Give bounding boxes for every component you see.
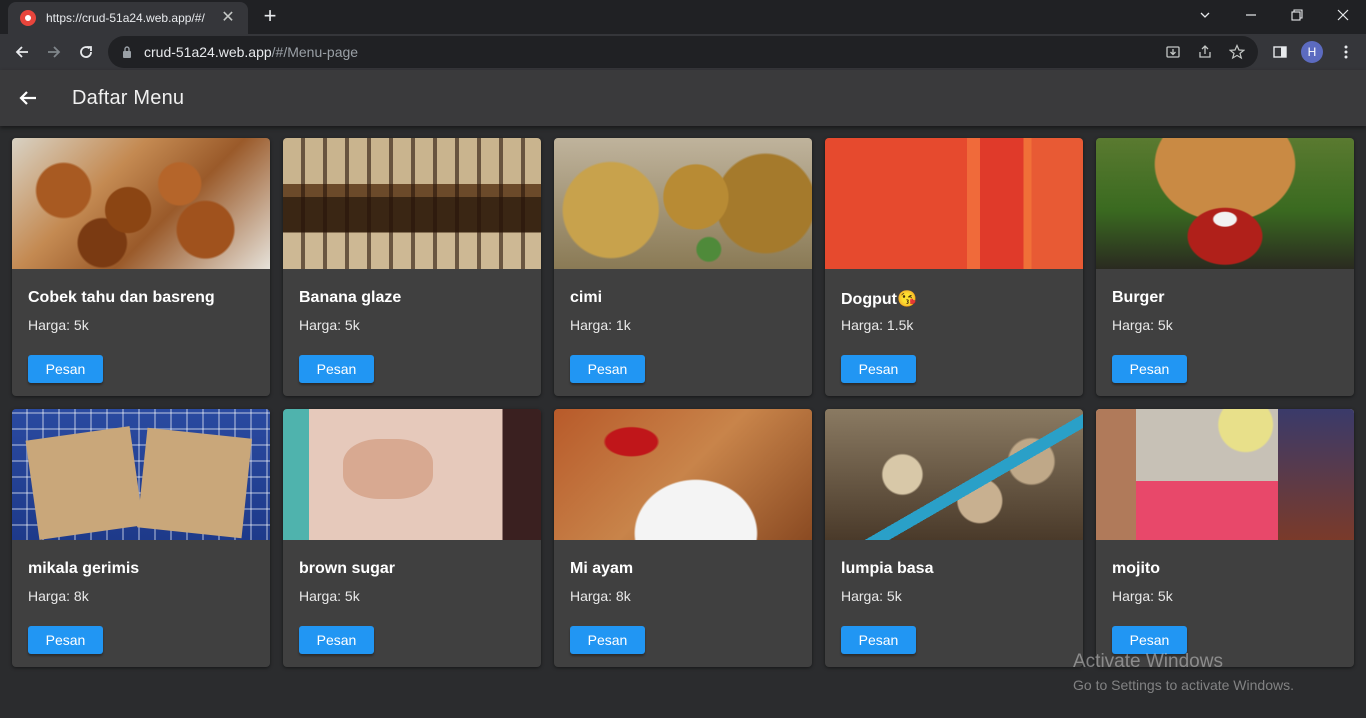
watermark-title: Activate Windows	[1073, 651, 1223, 672]
reload-icon	[80, 46, 92, 58]
menu-card: Dogput😘 Harga: 1.5k Pesan	[825, 138, 1083, 396]
menu-item-name: Mi ayam	[570, 560, 634, 577]
profile-avatar[interactable]: H	[1300, 40, 1324, 64]
arrow-right-icon	[48, 46, 61, 58]
menu-card: lumpia basa Harga: 5k Pesan	[825, 409, 1083, 667]
order-button[interactable]: Pesan	[299, 355, 374, 383]
arrow-back-icon	[19, 91, 36, 105]
menu-item-price: Harga: 1.5k	[841, 317, 914, 333]
back-button[interactable]	[12, 82, 44, 114]
tab-search-icon[interactable]	[1182, 0, 1228, 30]
menu-item-name: Banana glaze	[299, 289, 402, 306]
back-nav-button[interactable]	[8, 38, 36, 66]
install-app-icon[interactable]	[1164, 43, 1182, 61]
menu-item-price: Harga: 5k	[299, 588, 360, 604]
menu-item-name: brown sugar	[299, 560, 396, 577]
menu-item-price: Harga: 1k	[570, 317, 631, 333]
windows-activation-watermark: Activate Windows Go to Settings to activ…	[1073, 651, 1294, 693]
tab-title: https://crud-51a24.web.app/#/	[46, 11, 205, 25]
profile-initial: H	[1301, 41, 1323, 63]
menu-card: cimi Harga: 1k Pesan	[554, 138, 812, 396]
order-button[interactable]: Pesan	[1112, 626, 1187, 654]
menu-item-name: mikala gerimis	[28, 560, 140, 577]
menu-item-photo	[825, 138, 1083, 269]
menu-item-photo	[283, 409, 541, 540]
menu-card: mikala gerimis Harga: 8k Pesan	[12, 409, 270, 667]
menu-item-price: Harga: 5k	[1112, 588, 1173, 604]
order-button[interactable]: Pesan	[570, 626, 645, 654]
restore-button[interactable]	[1274, 0, 1320, 30]
menu-card: Mi ayam Harga: 8k Pesan	[554, 409, 812, 667]
order-button[interactable]: Pesan	[299, 626, 374, 654]
bookmark-star-icon[interactable]	[1228, 43, 1246, 61]
menu-card: brown sugar Harga: 5k Pesan	[283, 409, 541, 667]
address-bar[interactable]: crud-51a24.web.app/#/Menu-page	[108, 36, 1258, 68]
menu-item-photo	[825, 409, 1083, 540]
reload-button[interactable]	[72, 38, 100, 66]
tab-close-icon[interactable]: ✕	[218, 8, 238, 28]
browser-tabstrip: https://crud-51a24.web.app/#/ ✕ +	[0, 0, 1366, 34]
menu-item-price: Harga: 8k	[570, 588, 631, 604]
new-tab-button[interactable]: +	[258, 5, 282, 29]
menu-item-photo	[1096, 409, 1354, 540]
menu-card: mojito Harga: 5k Pesan	[1096, 409, 1354, 667]
menu-item-photo	[283, 138, 541, 269]
order-button[interactable]: Pesan	[28, 626, 103, 654]
browser-toolbar: crud-51a24.web.app/#/Menu-page H	[0, 34, 1366, 70]
lock-icon	[123, 46, 131, 58]
menu-item-photo	[12, 409, 270, 540]
arrow-left-icon	[15, 46, 28, 58]
menu-item-name: Burger	[1112, 289, 1165, 306]
browser-tab[interactable]: https://crud-51a24.web.app/#/ ✕	[8, 2, 248, 34]
share-icon[interactable]	[1196, 43, 1214, 61]
minimize-button[interactable]	[1228, 0, 1274, 30]
menu-card: Cobek tahu dan basreng Harga: 5k Pesan	[12, 138, 270, 396]
menu-item-name: lumpia basa	[841, 560, 934, 577]
order-button[interactable]: Pesan	[28, 355, 103, 383]
menu-item-photo	[12, 138, 270, 269]
menu-item-photo	[1096, 138, 1354, 269]
url-host: crud-51a24.web.app	[144, 44, 272, 60]
menu-item-price: Harga: 5k	[841, 588, 902, 604]
order-button[interactable]: Pesan	[841, 355, 916, 383]
order-button[interactable]: Pesan	[841, 626, 916, 654]
menu-item-name: Cobek tahu dan basreng	[28, 289, 215, 306]
menu-item-photo	[554, 138, 812, 269]
watermark-subtitle: Go to Settings to activate Windows.	[1073, 677, 1294, 693]
menu-grid: Cobek tahu dan basreng Harga: 5k Pesan B…	[12, 138, 1354, 667]
menu-card: Banana glaze Harga: 5k Pesan	[283, 138, 541, 396]
menu-item-name: cimi	[570, 289, 603, 306]
app-header: Daftar Menu	[0, 70, 1366, 126]
menu-card: Burger Harga: 5k Pesan	[1096, 138, 1354, 396]
order-button[interactable]: Pesan	[570, 355, 645, 383]
menu-item-price: Harga: 5k	[299, 317, 360, 333]
menu-item-name: mojito	[1112, 560, 1160, 577]
forward-nav-button[interactable]	[40, 38, 68, 66]
side-panel-icon[interactable]	[1268, 40, 1292, 64]
browser-menu-icon[interactable]	[1334, 40, 1358, 64]
menu-item-price: Harga: 5k	[28, 317, 89, 333]
site-favicon-icon	[20, 10, 36, 26]
menu-item-name: Dogput😘	[841, 291, 917, 308]
menu-item-price: Harga: 8k	[28, 588, 89, 604]
page-title: Daftar Menu	[72, 86, 185, 109]
menu-item-photo	[554, 409, 812, 540]
close-window-button[interactable]	[1320, 0, 1366, 30]
order-button[interactable]: Pesan	[1112, 355, 1187, 383]
menu-item-price: Harga: 5k	[1112, 317, 1173, 333]
url-path: /#/Menu-page	[271, 44, 359, 60]
